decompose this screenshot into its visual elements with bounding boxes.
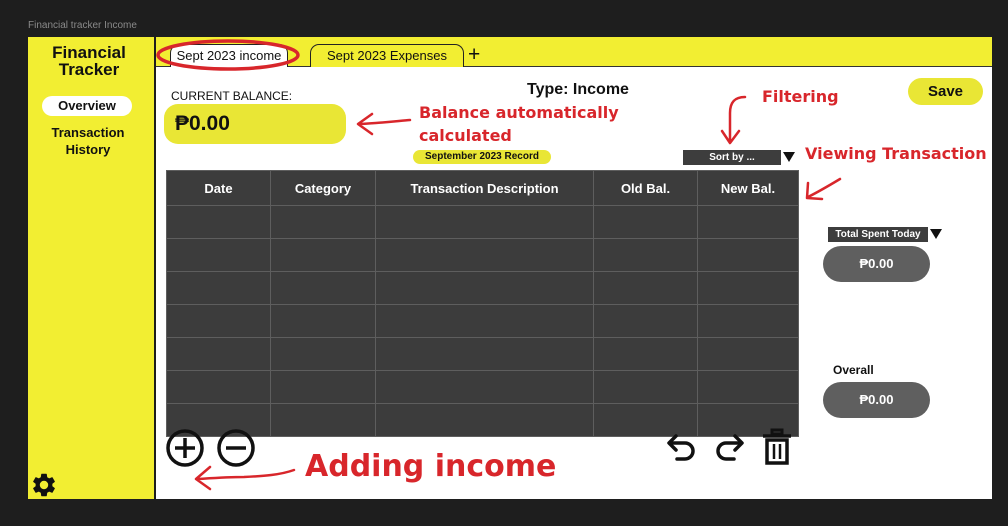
sidebar-item-overview[interactable]: Overview bbox=[42, 96, 132, 116]
annotation-arrow-balance bbox=[356, 112, 412, 136]
table-row[interactable] bbox=[166, 370, 799, 404]
annotation-balance-line1: Balance automatically bbox=[419, 103, 619, 122]
table-row[interactable] bbox=[166, 337, 799, 371]
table-row[interactable] bbox=[166, 304, 799, 338]
cell-old-balance[interactable] bbox=[593, 370, 698, 404]
table-row[interactable] bbox=[166, 271, 799, 305]
settings-button[interactable] bbox=[30, 471, 58, 499]
cell-description[interactable] bbox=[375, 370, 594, 404]
cell-date[interactable] bbox=[166, 205, 271, 239]
cell-old-balance[interactable] bbox=[593, 271, 698, 305]
cell-date[interactable] bbox=[166, 238, 271, 272]
add-transaction-button[interactable] bbox=[165, 428, 205, 468]
table-row[interactable] bbox=[166, 205, 799, 239]
cell-date[interactable] bbox=[166, 271, 271, 305]
cell-category[interactable] bbox=[270, 205, 376, 239]
cell-category[interactable] bbox=[270, 403, 376, 437]
cell-new-balance[interactable] bbox=[697, 337, 799, 371]
column-header-category[interactable]: Category bbox=[270, 170, 376, 206]
cell-category[interactable] bbox=[270, 271, 376, 305]
column-header-old-balance[interactable]: Old Bal. bbox=[593, 170, 698, 206]
column-header-description[interactable]: Transaction Description bbox=[375, 170, 594, 206]
cell-date[interactable] bbox=[166, 304, 271, 338]
annotation-adding-income: Adding income bbox=[305, 449, 557, 484]
sort-dropdown-label: Sort by ... bbox=[683, 150, 781, 165]
table-row[interactable] bbox=[166, 238, 799, 272]
remove-transaction-button[interactable] bbox=[216, 428, 256, 468]
cell-old-balance[interactable] bbox=[593, 337, 698, 371]
add-tab-button[interactable]: + bbox=[468, 43, 480, 67]
annotation-arrow-adding bbox=[194, 465, 296, 491]
annotation-balance-line2: calculated bbox=[419, 126, 512, 145]
overall-value: ₱0.00 bbox=[823, 382, 930, 418]
trash-icon bbox=[763, 428, 791, 465]
cell-description[interactable] bbox=[375, 304, 594, 338]
cell-old-balance[interactable] bbox=[593, 238, 698, 272]
sidebar-divider bbox=[154, 37, 156, 499]
undo-icon bbox=[667, 434, 695, 461]
column-header-new-balance[interactable]: New Bal. bbox=[697, 170, 799, 206]
sidebar-item-transaction-history[interactable]: Transaction History bbox=[28, 124, 148, 158]
cell-description[interactable] bbox=[375, 205, 594, 239]
cell-new-balance[interactable] bbox=[697, 271, 799, 305]
redo-icon bbox=[716, 434, 744, 461]
cell-new-balance[interactable] bbox=[697, 238, 799, 272]
cell-date[interactable] bbox=[166, 337, 271, 371]
total-spent-today-dropdown[interactable]: Total Spent Today bbox=[828, 227, 944, 242]
column-header-date[interactable]: Date bbox=[166, 170, 271, 206]
transactions-table: Date Category Transaction Description Ol… bbox=[166, 170, 799, 437]
page-title: Type: Income bbox=[527, 81, 629, 98]
record-period-badge: September 2023 Record bbox=[413, 150, 551, 164]
delete-button[interactable] bbox=[761, 428, 793, 466]
gear-icon bbox=[33, 473, 55, 497]
annotation-balance: Balance automatically calculated bbox=[419, 101, 619, 147]
plus-circle-icon bbox=[166, 429, 204, 467]
cell-category[interactable] bbox=[270, 337, 376, 371]
cell-new-balance[interactable] bbox=[697, 304, 799, 338]
table-header-row: Date Category Transaction Description Ol… bbox=[166, 170, 799, 206]
minus-circle-icon bbox=[217, 429, 255, 467]
cell-category[interactable] bbox=[270, 304, 376, 338]
annotation-filtering: Filtering bbox=[762, 87, 839, 106]
total-spent-today-label: Total Spent Today bbox=[828, 227, 928, 242]
cell-new-balance[interactable] bbox=[697, 370, 799, 404]
total-spent-today-value: ₱0.00 bbox=[823, 246, 930, 282]
save-button[interactable]: Save bbox=[908, 78, 983, 105]
app-frame: Financial Tracker Overview Transaction H… bbox=[28, 37, 992, 499]
cell-description[interactable] bbox=[375, 403, 594, 437]
cell-description[interactable] bbox=[375, 238, 594, 272]
frame-label: Financial tracker Income bbox=[28, 20, 137, 31]
cell-old-balance[interactable] bbox=[593, 205, 698, 239]
current-balance-label: CURRENT BALANCE: bbox=[171, 89, 293, 103]
dropdown-arrow-icon bbox=[930, 229, 942, 239]
annotation-arrow-filtering bbox=[720, 95, 747, 145]
cell-description[interactable] bbox=[375, 271, 594, 305]
cell-category[interactable] bbox=[270, 238, 376, 272]
cell-description[interactable] bbox=[375, 337, 594, 371]
tab-sept-2023-expenses[interactable]: Sept 2023 Expenses bbox=[310, 44, 464, 67]
cell-date[interactable] bbox=[166, 370, 271, 404]
cell-old-balance[interactable] bbox=[593, 304, 698, 338]
annotation-arrow-viewing bbox=[805, 177, 842, 201]
tab-sept-2023-income[interactable]: Sept 2023 income bbox=[170, 44, 288, 67]
table-row[interactable] bbox=[166, 403, 799, 437]
sidebar: Financial Tracker Overview Transaction H… bbox=[28, 37, 154, 499]
current-balance-value: ₱0.00 bbox=[164, 104, 346, 144]
annotation-viewing-transaction: Viewing Transaction bbox=[805, 144, 987, 163]
dropdown-arrow-icon bbox=[783, 152, 795, 162]
app-title: Financial Tracker bbox=[52, 43, 126, 79]
overall-label: Overall bbox=[833, 363, 874, 377]
cell-new-balance[interactable] bbox=[697, 205, 799, 239]
cell-category[interactable] bbox=[270, 370, 376, 404]
redo-button[interactable] bbox=[712, 430, 746, 464]
undo-button[interactable] bbox=[665, 430, 699, 464]
sort-dropdown[interactable]: Sort by ... bbox=[683, 150, 797, 165]
